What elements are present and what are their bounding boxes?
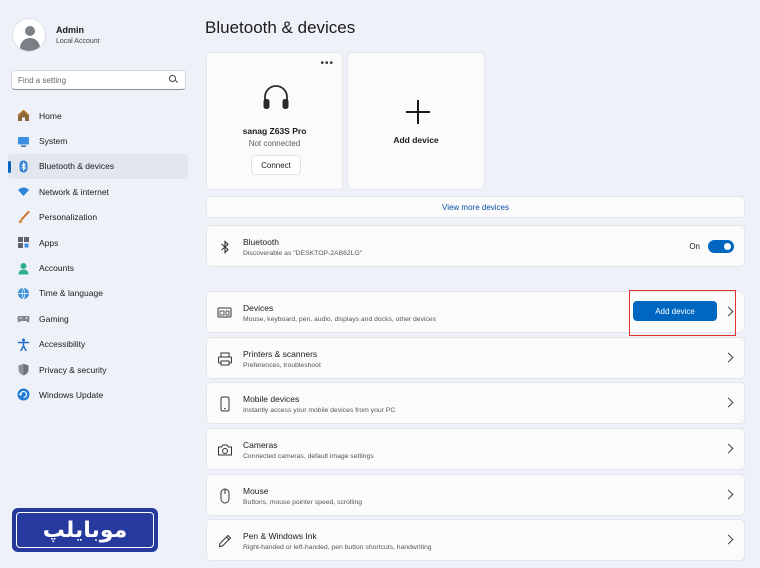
sidebar-item-label: Accessibility: [39, 339, 86, 350]
mouse-subtitle: Buttons, mouse pointer speed, scrolling: [243, 499, 363, 506]
sidebar-item-label: Apps: [39, 237, 59, 248]
bluetooth-icon: [16, 159, 30, 173]
page-title: Bluetooth & devices: [205, 18, 356, 37]
devices-subtitle: Mouse, keyboard, pen, audio, displays an…: [243, 316, 437, 323]
watermark-logo: موبایلپ: [12, 508, 158, 552]
monitor-icon: [16, 134, 30, 148]
mobile-devices-title: Mobile devices: [243, 394, 300, 404]
sidebar-item-system[interactable]: System: [8, 128, 188, 153]
sidebar-item-personalization[interactable]: Personalization: [8, 205, 188, 230]
more-options-icon[interactable]: •••: [320, 59, 334, 69]
bluetooth-toggle-label: On: [689, 242, 700, 251]
cameras-title: Cameras: [243, 440, 278, 450]
chevron-right-icon: [723, 397, 734, 408]
globe-icon: [16, 286, 30, 300]
sidebar-item-label: Bluetooth & devices: [39, 161, 115, 172]
view-more-devices-link[interactable]: View more devices: [206, 196, 745, 218]
chevron-right-icon: [723, 443, 734, 454]
mobile-devices-subtitle: Instantly access your mobile devices fro…: [243, 407, 396, 414]
mouse-icon: [216, 488, 234, 504]
sidebar-item-accounts[interactable]: Accounts: [8, 255, 188, 280]
update-icon: [16, 388, 30, 402]
camera-icon: [216, 442, 234, 458]
devices-title: Devices: [243, 303, 274, 313]
pen-windows-ink-row[interactable]: Pen & Windows Ink Right-handed or left-h…: [206, 519, 745, 561]
main-content: Bluetooth & devices ••• sanag Z63S Pro N…: [205, 0, 745, 568]
bluetooth-subtitle: Discoverable as "DESKTOP-2AB62LG": [243, 250, 363, 257]
shield-icon: [16, 363, 30, 377]
accessibility-icon: [16, 337, 30, 351]
pen-icon: [216, 533, 234, 549]
view-more-devices-label: View more devices: [442, 202, 509, 212]
avatar: [12, 18, 46, 52]
sidebar-item-label: Privacy & security: [39, 364, 107, 375]
add-device-card-label: Add device: [393, 135, 439, 145]
sidebar-item-label: Time & language: [39, 288, 103, 299]
sidebar-item-label: System: [39, 136, 68, 147]
pen-windows-ink-title: Pen & Windows Ink: [243, 531, 317, 541]
search-icon[interactable]: [169, 75, 179, 85]
headphones-icon: [263, 85, 289, 109]
sidebar-item-label: Home: [39, 110, 62, 121]
sidebar-nav: Home System Bluetooth & devices Network …: [8, 103, 188, 408]
sidebar: Admin Local Account Home System Bluetoot…: [0, 0, 196, 568]
home-icon: [16, 109, 30, 123]
mobile-devices-row[interactable]: Mobile devices Instantly access your mob…: [206, 382, 745, 424]
printers-scanners-subtitle: Preferences, troubleshoot: [243, 362, 321, 369]
profile-name: Admin: [56, 25, 84, 35]
watermark-text: موبایلپ: [42, 517, 128, 543]
chevron-right-icon: [723, 352, 734, 363]
sidebar-item-label: Gaming: [39, 313, 69, 324]
bluetooth-icon: [216, 239, 234, 255]
cameras-row[interactable]: Cameras Connected cameras, default image…: [206, 428, 745, 470]
device-card[interactable]: ••• sanag Z63S Pro Not connected Connect: [206, 52, 343, 190]
gamepad-icon: [16, 312, 30, 326]
sidebar-item-gaming[interactable]: Gaming: [8, 306, 188, 331]
sidebar-item-label: Personalization: [39, 212, 98, 223]
printers-scanners-title: Printers & scanners: [243, 349, 318, 359]
wifi-icon: [16, 185, 30, 199]
sidebar-item-home[interactable]: Home: [8, 103, 188, 128]
search-box[interactable]: [11, 70, 186, 90]
brush-icon: [16, 210, 30, 224]
sidebar-item-network[interactable]: Network & internet: [8, 179, 188, 204]
sidebar-item-label: Accounts: [39, 263, 74, 274]
sidebar-item-accessibility[interactable]: Accessibility: [8, 332, 188, 357]
person-icon: [16, 261, 30, 275]
user-profile[interactable]: Admin Local Account: [12, 18, 100, 52]
chevron-right-icon: [723, 534, 734, 545]
sidebar-item-label: Windows Update: [39, 389, 104, 400]
mouse-row[interactable]: Mouse Buttons, mouse pointer speed, scro…: [206, 474, 745, 516]
bluetooth-row: Bluetooth Discoverable as "DESKTOP-2AB62…: [206, 225, 745, 267]
search-input[interactable]: [18, 75, 169, 85]
printers-scanners-row[interactable]: Printers & scanners Preferences, trouble…: [206, 337, 745, 379]
printer-icon: [216, 351, 234, 367]
add-device-card[interactable]: Add device: [347, 52, 485, 190]
connect-button[interactable]: Connect: [251, 155, 301, 175]
profile-account-type: Local Account: [56, 38, 100, 45]
plus-icon: [406, 100, 430, 124]
bluetooth-toggle[interactable]: [708, 240, 734, 253]
sidebar-item-label: Network & internet: [39, 186, 109, 197]
chevron-right-icon: [723, 489, 734, 500]
sidebar-item-apps[interactable]: Apps: [8, 230, 188, 255]
devices-icon: [216, 305, 234, 321]
bluetooth-title: Bluetooth: [243, 237, 279, 247]
sidebar-item-privacy-security[interactable]: Privacy & security: [8, 357, 188, 382]
device-name: sanag Z63S Pro: [242, 126, 307, 136]
sidebar-item-bluetooth-devices[interactable]: Bluetooth & devices: [8, 153, 188, 180]
cameras-subtitle: Connected cameras, default image setting…: [243, 453, 374, 460]
sidebar-item-time-language[interactable]: Time & language: [8, 281, 188, 306]
phone-icon: [216, 396, 234, 412]
pen-windows-ink-subtitle: Right-handed or left-handed, pen button …: [243, 544, 432, 551]
apps-icon: [16, 236, 30, 250]
device-status: Not connected: [248, 139, 301, 148]
sidebar-item-windows-update[interactable]: Windows Update: [8, 382, 188, 407]
add-device-button[interactable]: Add device: [633, 301, 717, 321]
mouse-title: Mouse: [243, 486, 269, 496]
